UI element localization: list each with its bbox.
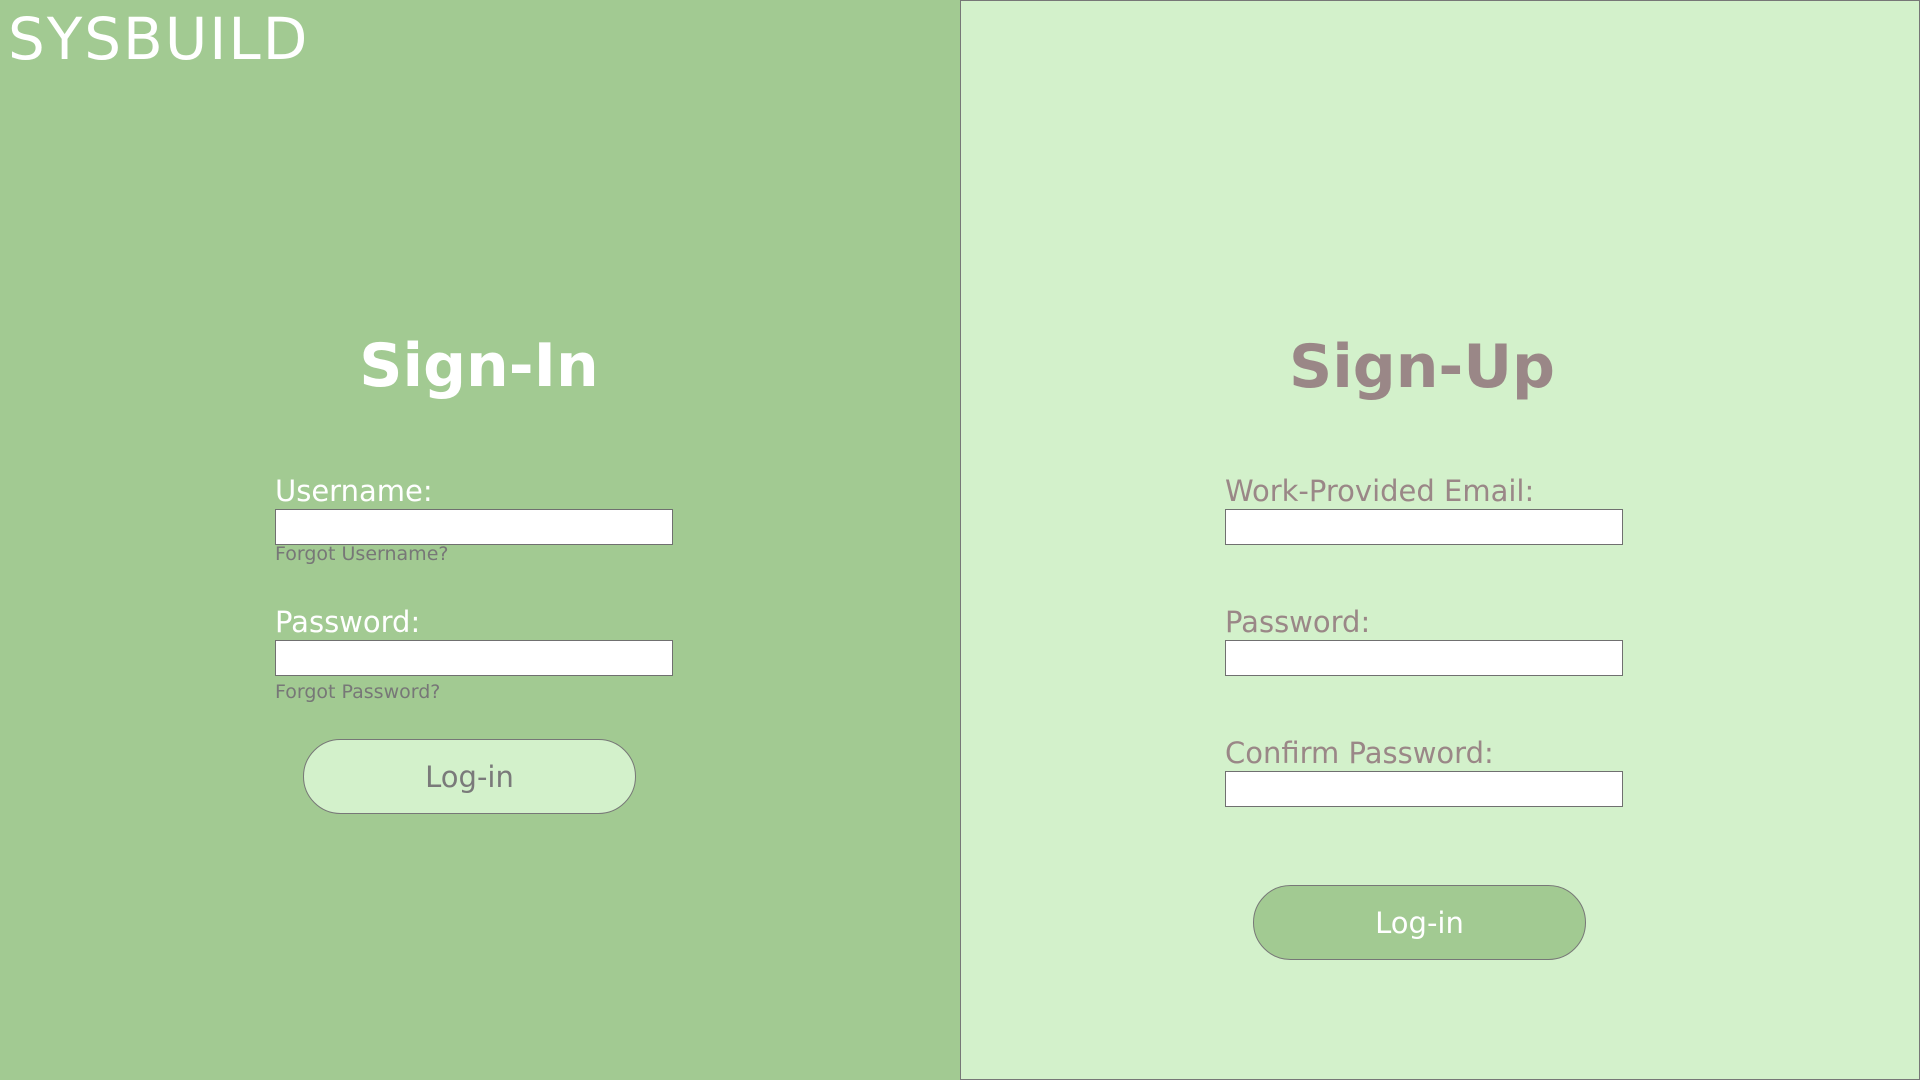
- work-email-input[interactable]: [1225, 509, 1623, 545]
- sign-in-title: Sign-In: [359, 331, 599, 401]
- confirm-password-label: Confirm Password:: [1225, 736, 1494, 770]
- username-input[interactable]: [275, 509, 673, 545]
- sign-in-login-button[interactable]: Log-in: [303, 739, 636, 814]
- forgot-password-link[interactable]: Forgot Password?: [275, 683, 440, 702]
- sign-up-login-button[interactable]: Log-in: [1253, 885, 1586, 960]
- username-label: Username:: [275, 474, 433, 508]
- sign-up-panel: Sign-Up Work-Provided Email: Password: C…: [960, 0, 1920, 1080]
- confirm-password-input[interactable]: [1225, 771, 1623, 807]
- password-label: Password:: [275, 605, 421, 639]
- login-page: SYSBUILD Sign-In Username: Forgot Userna…: [0, 0, 1920, 1080]
- brand-logo: SYSBUILD: [8, 5, 310, 73]
- work-email-label: Work-Provided Email:: [1225, 474, 1535, 508]
- forgot-username-link[interactable]: Forgot Username?: [275, 545, 448, 564]
- sign-in-panel: SYSBUILD Sign-In Username: Forgot Userna…: [0, 0, 960, 1080]
- sign-up-title: Sign-Up: [1288, 332, 1555, 402]
- sign-up-password-input[interactable]: [1225, 640, 1623, 676]
- password-input[interactable]: [275, 640, 673, 676]
- sign-up-password-label: Password:: [1225, 605, 1371, 639]
